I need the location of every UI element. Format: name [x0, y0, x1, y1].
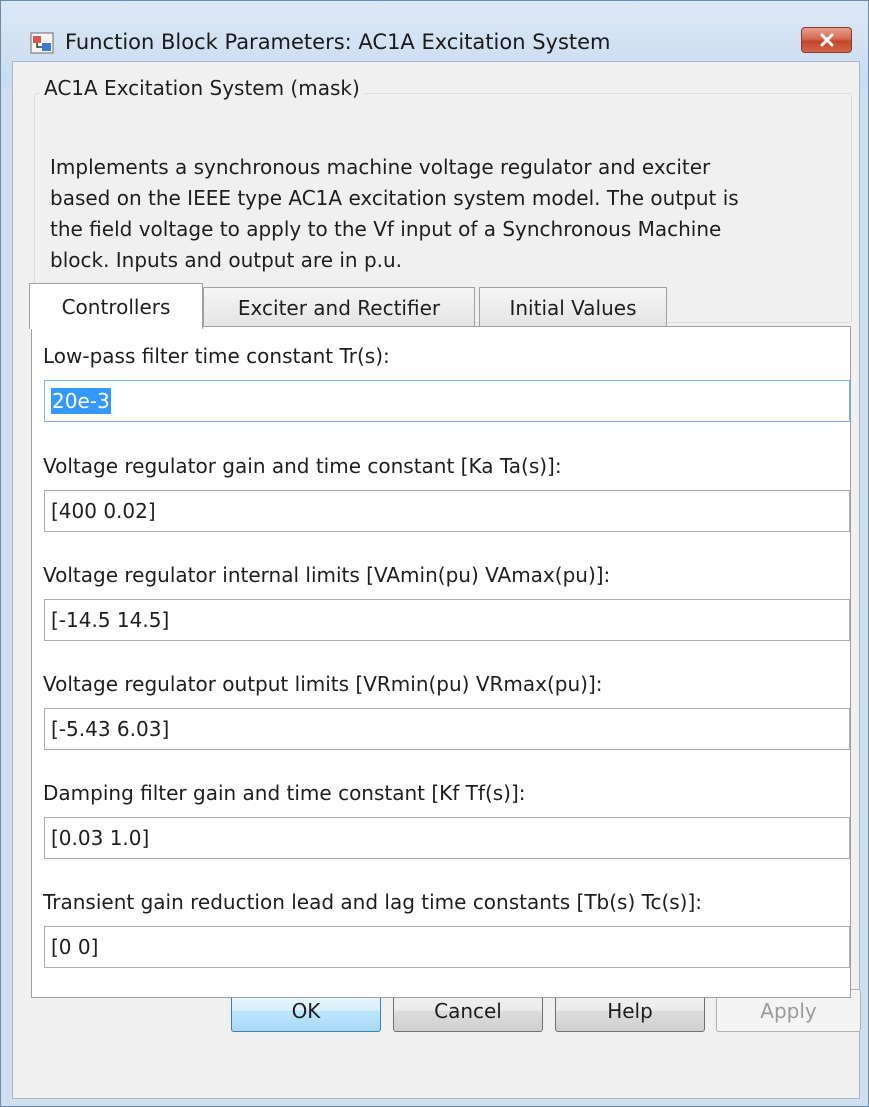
tr-label: Low-pass filter time constant Tr(s): — [43, 344, 390, 368]
description-line: based on the IEEE type AC1A excitation s… — [50, 186, 739, 210]
va-limits-input[interactable]: [-14.5 14.5] — [44, 599, 850, 641]
close-button[interactable] — [801, 27, 852, 53]
vr-limits-input[interactable]: [-5.43 6.03] — [44, 708, 850, 750]
tab-controllers[interactable]: Controllers — [29, 283, 203, 329]
description-group-title: AC1A Excitation System (mask) — [40, 76, 364, 100]
window-title: Function Block Parameters: AC1A Excitati… — [65, 30, 611, 54]
dialog-body: Implements a synchronous machine voltage… — [12, 61, 860, 1099]
va-limits-label: Voltage regulator internal limits [VAmin… — [43, 563, 611, 587]
ka-ta-value: [400 0.02] — [51, 499, 156, 523]
tr-input[interactable]: 20e-3 — [44, 380, 850, 422]
va-limits-value: [-14.5 14.5] — [51, 608, 170, 632]
ka-ta-label: Voltage regulator gain and time constant… — [43, 454, 562, 478]
controllers-tab-page: Low-pass filter time constant Tr(s): 20e… — [31, 326, 851, 998]
tb-tc-label: Transient gain reduction lead and lag ti… — [43, 890, 703, 914]
ka-ta-input[interactable]: [400 0.02] — [44, 490, 850, 532]
description-line: Implements a synchronous machine voltage… — [50, 155, 711, 179]
tb-tc-input[interactable]: [0 0] — [44, 926, 850, 968]
tab-exciter-and-rectifier[interactable]: Exciter and Rectifier — [203, 287, 475, 327]
kf-tf-label: Damping filter gain and time constant [K… — [43, 781, 526, 805]
tb-tc-value: [0 0] — [51, 935, 99, 959]
close-x-icon — [820, 33, 833, 47]
tr-value: 20e-3 — [51, 388, 111, 414]
dialog-window: Function Block Parameters: AC1A Excitati… — [0, 0, 869, 1107]
kf-tf-input[interactable]: [0.03 1.0] — [44, 817, 850, 859]
description-line: block. Inputs and output are in p.u. — [50, 248, 403, 272]
vr-limits-label: Voltage regulator output limits [VRmin(p… — [43, 672, 603, 696]
description-text: Implements a synchronous machine voltage… — [50, 152, 840, 276]
simulink-block-icon — [30, 32, 54, 54]
kf-tf-value: [0.03 1.0] — [51, 826, 150, 850]
vr-limits-value: [-5.43 6.03] — [51, 717, 170, 741]
tab-initial-values[interactable]: Initial Values — [479, 287, 667, 327]
description-line: the field voltage to apply to the Vf inp… — [50, 217, 722, 241]
